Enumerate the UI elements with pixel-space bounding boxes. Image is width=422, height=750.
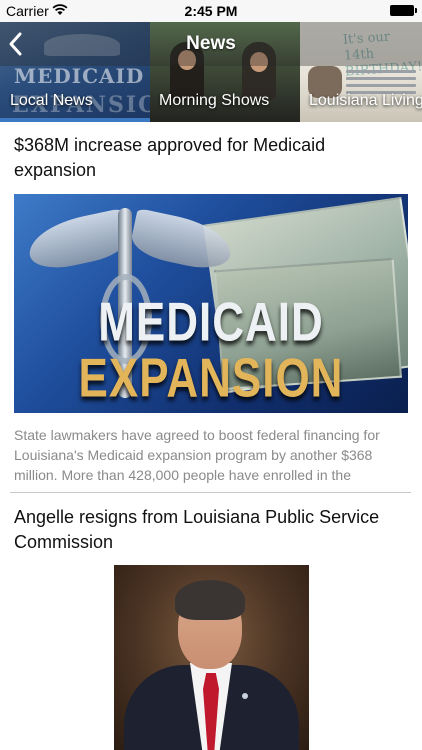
portrait-lapel-pin [242, 693, 248, 699]
image-caption-text: EXPANSION [78, 347, 344, 409]
portrait-hair [175, 580, 245, 620]
tab-morning-shows[interactable]: Morning Shows [159, 92, 269, 110]
article-image[interactable]: MEDICAID EXPANSION [14, 194, 408, 413]
tab-local-news[interactable]: Local News [10, 92, 93, 110]
page-title: News [186, 33, 236, 54]
article-headline[interactable]: Angelle resigns from Louisiana Public Se… [14, 505, 409, 555]
caduceus-wing-graphic [128, 208, 236, 274]
battery-icon [390, 5, 417, 16]
clock: 2:45 PM [184, 3, 238, 19]
article-image[interactable] [114, 565, 309, 750]
thumbnail-text: MEDICAID [14, 64, 145, 88]
status-bar: Carrier 2:45 PM [0, 0, 422, 22]
header: MEDICAID EXPANSION It's our 14th BIRTHDA… [0, 22, 422, 122]
article-summary[interactable]: State lawmakers have agreed to boost fed… [14, 425, 410, 485]
divider [10, 492, 411, 493]
selected-tab-indicator [0, 118, 150, 122]
tab-louisiana-living[interactable]: Louisiana Living [309, 92, 422, 110]
article-headline[interactable]: $368M increase approved for Medicaid exp… [14, 133, 409, 183]
image-caption-text: MEDICAID [98, 291, 324, 353]
caduceus-wing-graphic [24, 208, 132, 274]
